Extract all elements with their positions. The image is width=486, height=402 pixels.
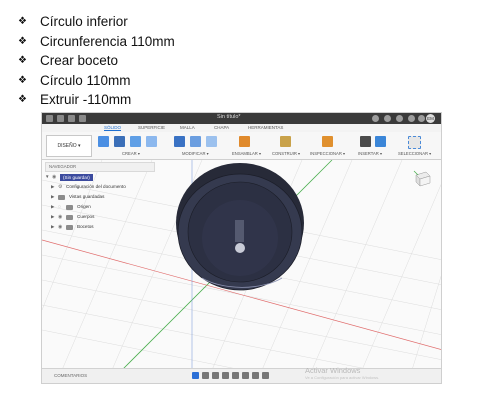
tab-mesh[interactable]: MALLA (180, 125, 195, 130)
diamond-bullet-icon: ❖ (18, 55, 27, 66)
insert-image-icon[interactable] (375, 136, 386, 147)
folder-icon (58, 194, 65, 200)
activation-watermark-sub: Ve a Configuración para activar Windows. (305, 375, 380, 380)
help-icon[interactable] (418, 115, 425, 122)
diamond-bullet-icon: ❖ (18, 35, 27, 47)
grid-settings-icon[interactable] (252, 372, 259, 379)
instruction-item: ❖ Crear boceto (18, 51, 175, 71)
instruction-item: ❖ Extruir -110mm (18, 90, 175, 110)
gear-icon: ⚙ (58, 184, 63, 190)
navigation-toolbar (192, 372, 269, 380)
expand-arrow-icon[interactable]: ▶ (51, 212, 58, 222)
instruction-list: ❖ Círculo inferior ❖ Circunferencia 110mm … (18, 12, 175, 110)
file-icon[interactable] (57, 115, 64, 122)
fit-icon[interactable] (232, 372, 239, 379)
tab-solid[interactable]: SÓLIDO (104, 125, 122, 131)
instruction-text: Crear boceto (40, 53, 119, 68)
job-status-icon[interactable] (396, 115, 403, 122)
user-avatar[interactable]: EM (426, 114, 435, 123)
tab-sheet-metal[interactable]: CHAPA (214, 125, 229, 130)
revolve-icon[interactable] (130, 136, 141, 147)
instruction-text: Círculo 110mm (40, 72, 131, 88)
browser-header[interactable]: NAVEGADOR (45, 162, 155, 172)
eye-icon[interactable]: ◉ (52, 172, 60, 182)
instruction-text: Circunferencia 110mm (40, 33, 175, 49)
expand-arrow-icon[interactable]: ▶ (51, 202, 58, 212)
browser-panel: NAVEGADOR ▼ ◉ (Sin guardar) ▶ ⚙ Configuració… (45, 162, 155, 232)
notifications-icon[interactable] (408, 115, 415, 122)
create-sketch-icon[interactable] (98, 136, 109, 147)
hole-icon[interactable] (146, 136, 157, 147)
activation-watermark: Activar Windows (305, 366, 361, 375)
joint-icon[interactable] (239, 136, 250, 147)
press-pull-icon[interactable] (174, 136, 185, 147)
tab-tools[interactable]: HERRAMIENTAS (248, 125, 283, 130)
ribbon: DISEÑO ▾ CREAR ▾ MODIFICAR ▾ ENSAMBLAR ▾… (42, 132, 441, 160)
instruction-text: Extruir -110mm (40, 92, 132, 107)
cad-screenshot: Sin título* EM SÓLIDO SUPERFICIE MALLA C… (41, 112, 442, 384)
browser-item-origin[interactable]: ▶ ◌ Origen (45, 202, 155, 212)
add-tab-icon[interactable] (372, 115, 379, 122)
browser-item-document-settings[interactable]: ▶ ⚙ Configuración del documento (45, 182, 155, 192)
pan-icon[interactable] (212, 372, 219, 379)
cylinder-body (176, 163, 304, 291)
folder-icon (66, 224, 73, 230)
measure-icon[interactable] (322, 136, 333, 147)
eye-icon[interactable]: ◉ (58, 212, 66, 222)
folder-icon (66, 214, 73, 220)
expand-arrow-icon[interactable]: ▶ (51, 192, 58, 202)
display-settings-icon[interactable] (242, 372, 249, 379)
group-create[interactable]: CREAR ▾ (122, 151, 140, 156)
folder-icon (66, 204, 73, 210)
group-assemble[interactable]: ENSAMBLAR ▾ (232, 151, 261, 156)
instruction-item: ❖ Circunferencia 110mm (18, 32, 175, 52)
workspace-dropdown[interactable]: DISEÑO ▾ (46, 135, 92, 157)
insert-icon[interactable] (360, 136, 371, 147)
extrude-icon[interactable] (114, 136, 125, 147)
shell-icon[interactable] (206, 136, 217, 147)
look-at-icon[interactable] (202, 372, 209, 379)
expand-arrow-icon[interactable]: ▶ (51, 222, 58, 232)
zoom-icon[interactable] (222, 372, 229, 379)
browser-root-node[interactable]: ▼ ◉ (Sin guardar) (45, 172, 155, 182)
instruction-item: ❖ Círculo inferior (18, 12, 175, 32)
group-construct[interactable]: CONSTRUIR ▾ (272, 151, 300, 156)
diamond-bullet-icon: ❖ (18, 74, 27, 86)
app-grid-icon[interactable] (46, 115, 53, 122)
document-title: Sin título* (217, 114, 241, 120)
tab-surface[interactable]: SUPERFICIE (138, 125, 165, 130)
fillet-icon[interactable] (190, 136, 201, 147)
group-select[interactable]: SELECCIONAR ▾ (398, 151, 431, 156)
undo-icon[interactable] (79, 115, 86, 122)
extensions-icon[interactable] (384, 115, 391, 122)
instruction-text: Círculo inferior (40, 14, 128, 29)
select-icon[interactable] (408, 136, 421, 149)
expand-arrow-icon[interactable]: ▼ (45, 172, 52, 182)
view-cube-icon[interactable] (412, 169, 432, 187)
browser-item-saved-views[interactable]: ▶ Vistas guardadas (45, 192, 155, 202)
comments-bar: COMENTARIOS Activar Windows Ve a Configu… (42, 366, 441, 383)
root-label: (Sin guardar) (60, 173, 93, 181)
expand-arrow-icon[interactable]: ▶ (51, 182, 58, 192)
viewports-icon[interactable] (262, 372, 269, 379)
browser-item-bodies[interactable]: ▶ ◉ Cuerpos (45, 212, 155, 222)
group-insert[interactable]: INSERTAR ▾ (358, 151, 382, 156)
diamond-bullet-icon: ❖ (18, 16, 27, 27)
diamond-bullet-icon: ❖ (18, 94, 27, 105)
comments-label[interactable]: COMENTARIOS (54, 373, 87, 378)
title-bar: Sin título* EM (42, 113, 441, 124)
browser-item-sketches[interactable]: ▶ ◉ Bocetos (45, 222, 155, 232)
group-modify[interactable]: MODIFICAR ▾ (182, 151, 209, 156)
eye-icon[interactable]: ◉ (58, 222, 66, 232)
plane-icon[interactable] (280, 136, 291, 147)
eye-icon[interactable]: ◌ (58, 202, 66, 212)
save-icon[interactable] (68, 115, 75, 122)
instruction-item: ❖ Círculo 110mm (18, 71, 175, 91)
group-inspect[interactable]: INSPECCIONAR ▾ (310, 151, 345, 156)
orbit-icon[interactable] (192, 372, 199, 379)
toolbar-tabs: SÓLIDO SUPERFICIE MALLA CHAPA HERRAMIENT… (42, 124, 441, 132)
